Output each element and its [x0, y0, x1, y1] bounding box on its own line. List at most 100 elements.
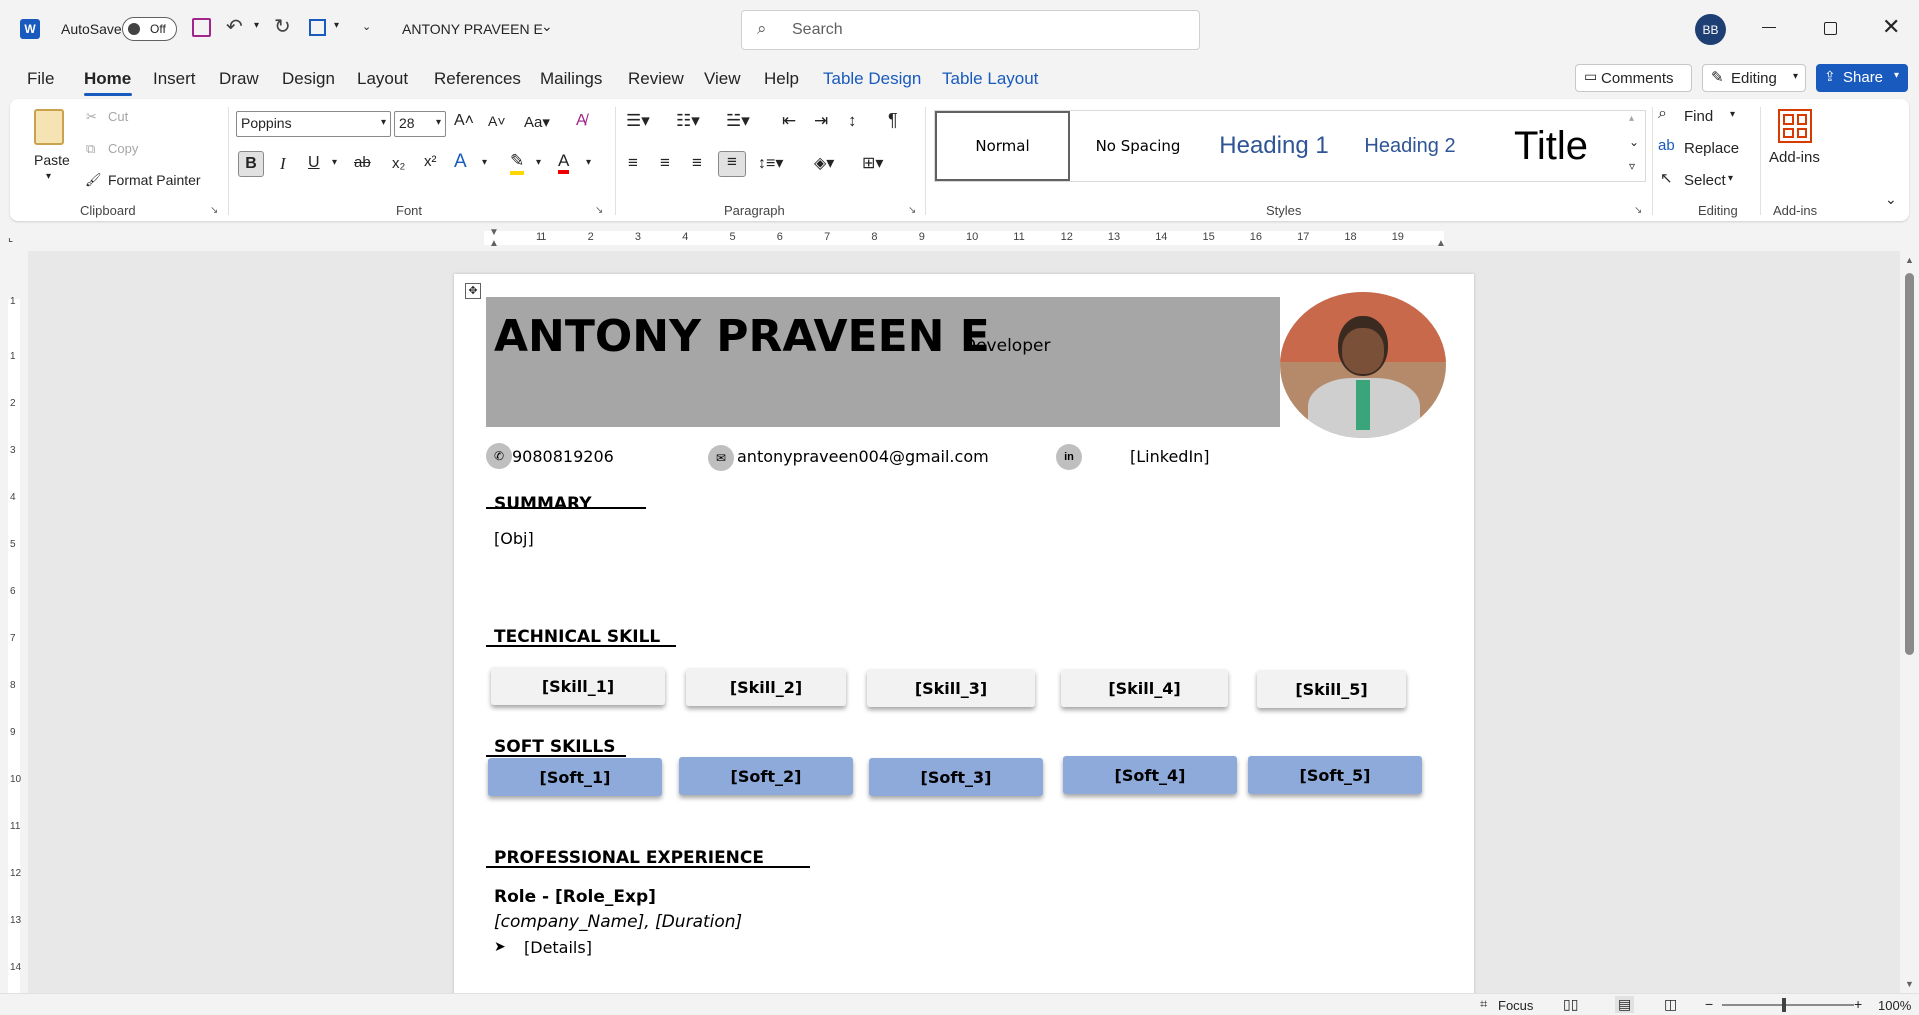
find-chevron-icon[interactable]: ▾ [1730, 109, 1735, 120]
editing-mode-button[interactable]: ✎ Editing ▾ [1702, 64, 1806, 92]
print-layout-icon[interactable]: ▤ [1615, 996, 1635, 1013]
scrollbar-thumb[interactable] [1905, 273, 1914, 655]
bold-button[interactable]: B [238, 151, 264, 177]
highlight-icon[interactable]: ✎ [510, 151, 525, 175]
tab-table-design[interactable]: Table Design [823, 69, 921, 89]
tab-review[interactable]: Review [628, 69, 684, 89]
restore-icon[interactable] [1824, 22, 1837, 35]
skill-chip[interactable]: [Skill_2] [686, 668, 846, 706]
style-no-spacing[interactable]: No Spacing [1072, 111, 1204, 181]
borders-icon[interactable]: ⊞▾ [862, 153, 883, 173]
minimize-icon[interactable] [1762, 27, 1776, 28]
increase-indent-icon[interactable]: ⇥ [814, 111, 828, 131]
vertical-scrollbar[interactable]: ▲ ▼ [1900, 251, 1919, 993]
add-ins-button[interactable]: Add-ins [1769, 149, 1820, 166]
numbering-icon[interactable]: ☷▾ [676, 111, 700, 131]
focus-icon[interactable]: ⌗ [1480, 996, 1487, 1012]
paste-chevron-icon[interactable]: ▾ [46, 171, 51, 182]
shading-icon[interactable]: ◈▾ [814, 153, 834, 173]
soft-skill-chip[interactable]: [Soft_5] [1248, 756, 1422, 794]
vertical-ruler[interactable]: 1 1 2 3 4 5 6 7 8 9 10 11 12 13 14 [0, 251, 28, 993]
style-normal[interactable]: Normal [935, 111, 1070, 181]
bullets-icon[interactable]: ☰▾ [626, 111, 650, 131]
experience-details[interactable]: [Details] [524, 938, 592, 957]
paste-button[interactable]: Paste [34, 152, 70, 168]
web-layout-icon[interactable]: ◫ [1664, 996, 1677, 1013]
table-dropdown-icon[interactable]: ▾ [334, 20, 339, 31]
title-chevron-down-icon[interactable]: ⌄ [541, 18, 553, 35]
shrink-font-icon[interactable]: A˅ [488, 113, 506, 129]
email-address[interactable]: antonypraveen004@gmail.com [737, 447, 989, 466]
share-button[interactable]: ⇪ Share ▾ [1816, 64, 1908, 92]
undo-icon[interactable]: ↶ [226, 14, 243, 39]
document-title[interactable]: ANTONY PRAVEEN E [402, 21, 543, 37]
linkedin-link[interactable]: [LinkedIn] [1130, 447, 1210, 466]
format-painter-button[interactable]: Format Painter [108, 172, 201, 188]
find-button[interactable]: Find [1684, 108, 1713, 125]
phone-number[interactable]: 9080819206 [512, 447, 614, 466]
align-center-icon[interactable]: ≡ [660, 153, 670, 173]
skill-chip[interactable]: [Skill_5] [1257, 670, 1406, 708]
tab-home[interactable]: Home [84, 69, 131, 89]
clear-formatting-icon[interactable]: A̸ [576, 112, 587, 130]
document-page[interactable]: ✥ ANTONY PRAVEEN E Developer ✆ 908081920… [454, 274, 1474, 993]
paragraph-launcher-icon[interactable]: ↘ [908, 205, 916, 216]
zoom-in-icon[interactable]: + [1854, 996, 1862, 1012]
clipboard-launcher-icon[interactable]: ↘ [210, 205, 218, 216]
resume-name[interactable]: ANTONY PRAVEEN E [494, 311, 990, 362]
experience-role[interactable]: Role - [Role_Exp] [494, 887, 656, 907]
styles-more-icon[interactable]: ▿ [1629, 159, 1635, 173]
left-indent-icon[interactable]: ▲ [489, 238, 499, 249]
experience-company[interactable]: [company_Name], [Duration] [494, 912, 742, 932]
soft-skill-chip[interactable]: [Soft_3] [869, 758, 1043, 796]
select-chevron-icon[interactable]: ▾ [1728, 173, 1733, 184]
summary-heading[interactable]: SUMMARY [494, 494, 592, 514]
focus-button[interactable]: Focus [1498, 998, 1533, 1013]
cut-button[interactable]: Cut [108, 109, 128, 124]
align-right-icon[interactable]: ≡ [692, 153, 702, 173]
show-formatting-icon[interactable]: ¶ [888, 110, 898, 131]
avatar[interactable]: BB [1695, 14, 1726, 45]
search-box[interactable]: ⌕ Search [741, 10, 1200, 50]
justify-button[interactable]: ≡ [718, 151, 746, 177]
close-icon[interactable]: ✕ [1882, 14, 1900, 40]
text-effects-icon[interactable]: A [454, 151, 467, 173]
zoom-slider-thumb[interactable] [1782, 998, 1786, 1012]
font-name-select[interactable]: Poppins ▾ [236, 111, 391, 137]
right-indent-icon[interactable]: ▲ [1436, 238, 1446, 249]
skill-chip[interactable]: [Skill_3] [867, 669, 1035, 707]
tab-help[interactable]: Help [764, 69, 799, 89]
horizontal-ruler[interactable]: ⌞ 1 1 2 3 4 5 6 7 8 9 10 11 12 13 14 15 16 17 18 19 ▼ ▲ ▲ [0, 227, 1919, 251]
tab-file[interactable]: File [27, 69, 54, 89]
select-button[interactable]: Select [1684, 172, 1726, 189]
resume-job-title[interactable]: Developer [963, 336, 1050, 356]
table-move-handle-icon[interactable]: ✥ [465, 283, 481, 299]
styles-scroll-down-icon[interactable]: ⌄ [1629, 135, 1639, 149]
summary-text[interactable]: [Obj] [494, 529, 534, 548]
underline-chevron-icon[interactable]: ▾ [332, 157, 337, 168]
style-title[interactable]: Title [1476, 111, 1626, 181]
tab-draw[interactable]: Draw [219, 69, 259, 89]
highlight-chevron-icon[interactable]: ▾ [536, 157, 541, 168]
tab-mailings[interactable]: Mailings [540, 69, 602, 89]
tab-layout[interactable]: Layout [357, 69, 408, 89]
multilevel-list-icon[interactable]: ☱▾ [726, 111, 750, 131]
tab-design[interactable]: Design [282, 69, 335, 89]
autosave-toggle[interactable]: Off [122, 17, 177, 41]
soft-skill-chip[interactable]: [Soft_1] [488, 758, 662, 796]
customize-qat-icon[interactable]: ⌄ [362, 20, 371, 33]
font-color-icon[interactable]: A [558, 151, 570, 174]
profile-photo[interactable] [1280, 292, 1446, 438]
collapse-ribbon-icon[interactable]: ⌄ [1885, 191, 1897, 208]
soft-skill-chip[interactable]: [Soft_2] [679, 757, 853, 795]
font-size-select[interactable]: 28 ▾ [394, 111, 446, 137]
text-effects-chevron-icon[interactable]: ▾ [482, 157, 487, 168]
first-line-indent-icon[interactable]: ▼ [489, 227, 499, 238]
table-icon[interactable] [309, 19, 326, 36]
sort-icon[interactable]: ↕ [848, 111, 857, 131]
style-heading-1[interactable]: Heading 1 [1204, 111, 1344, 181]
align-left-icon[interactable]: ≡ [628, 153, 638, 173]
undo-dropdown-icon[interactable]: ▾ [254, 20, 259, 31]
font-color-chevron-icon[interactable]: ▾ [586, 157, 591, 168]
tab-references[interactable]: References [434, 69, 521, 89]
